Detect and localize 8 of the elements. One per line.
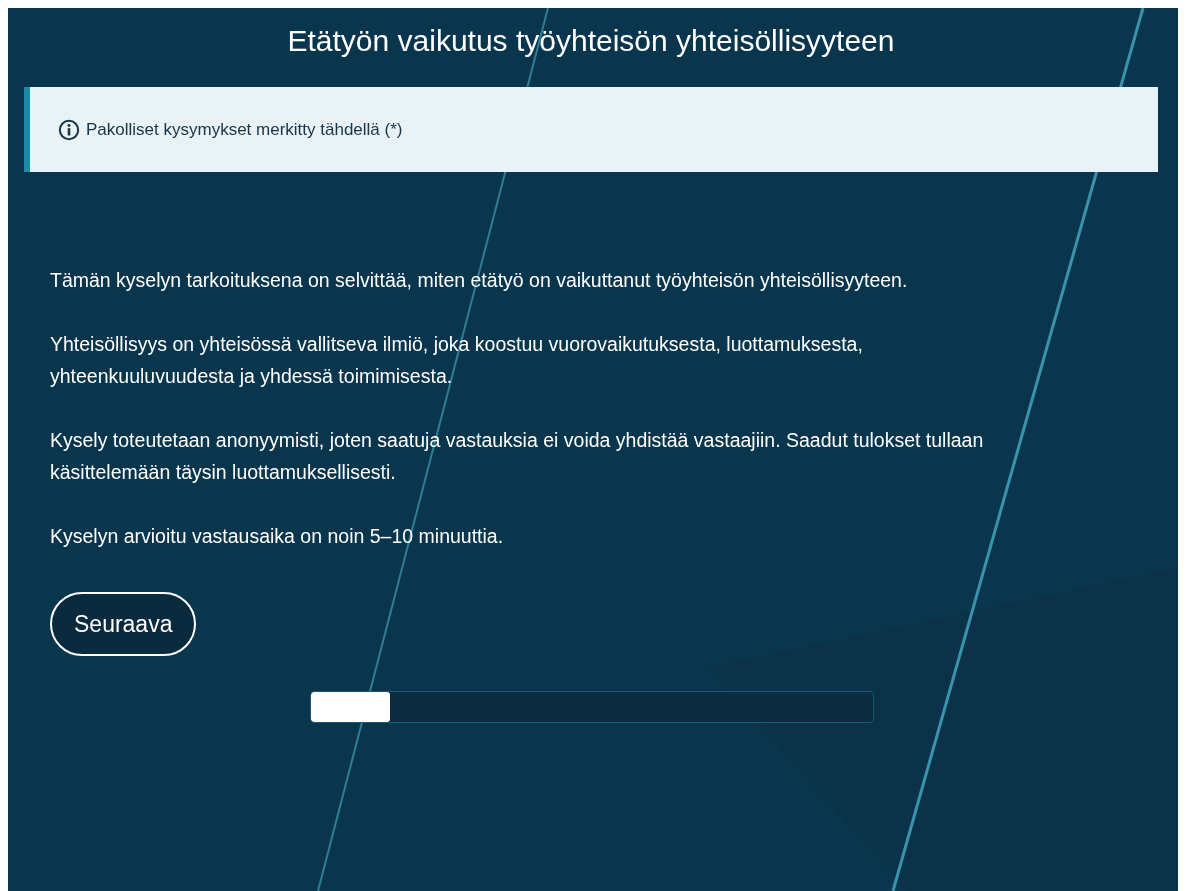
info-icon [58, 118, 80, 141]
notice-text: Pakolliset kysymykset merkitty tähdellä (*) [86, 119, 403, 140]
intro-paragraph: Yhteisöllisyys on yhteisössä vallitseva ilmiö, joka koostuu vuorovaikutuksesta, luottamuksesta, yhteenkuuluvuudesta ja yhdessä toimimisesta. [50, 332, 864, 389]
next-button[interactable]: Seuraava [50, 592, 197, 656]
intro-paragraph: Tämän kyselyn tarkoituksena on selvittää, miten etätyö on vaikuttanut työyhteisön yhteisöllisyyteen. [50, 268, 909, 293]
intro-paragraph: Kysely toteutetaan anonyymisti, joten saatuja vastauksia ei voida yhdistää vastaajiin. Saadut tulokset tullaan käsittelemään täysin luottamuksellisesti. [50, 428, 985, 485]
intro-paragraph: Kyselyn arvioitu vastausaika on noin 5–10 minuuttia. [50, 524, 505, 549]
survey-title: Etätyön vaikutus työyhteisön yhteisöllisyyteen [286, 23, 896, 59]
